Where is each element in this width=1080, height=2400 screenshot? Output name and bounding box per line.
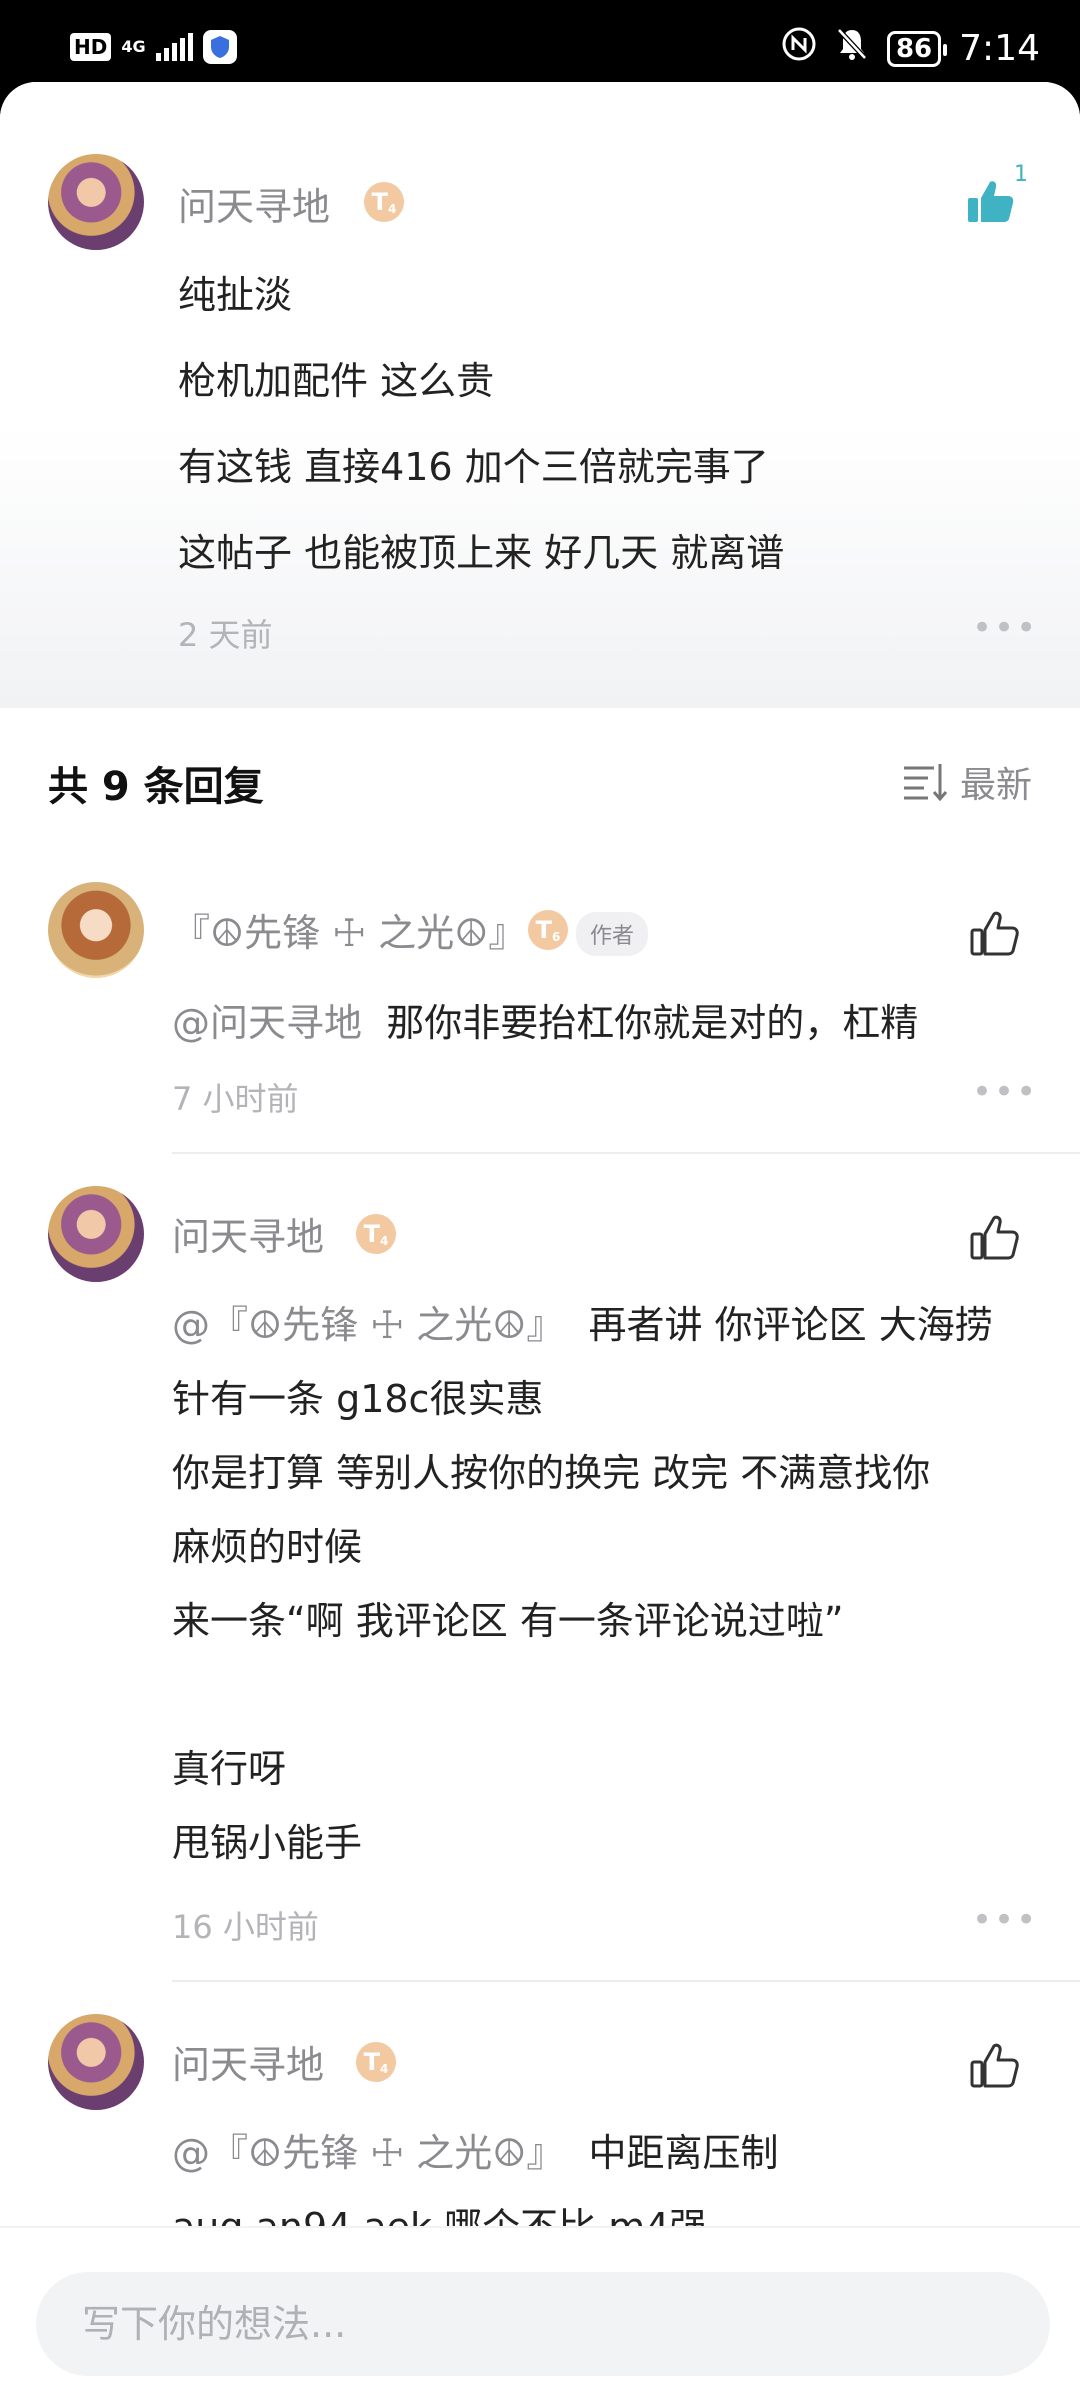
- level-badge: T4: [356, 2042, 396, 2082]
- avatar[interactable]: [48, 882, 144, 978]
- thumbs-up-icon[interactable]: [966, 906, 1022, 962]
- comment-time: 2 天前: [178, 616, 273, 654]
- comment-sheet: 问天寻地 T4 1 纯扯淡 枪机加配件 这么贵 有这钱 直接416 加个三倍就完…: [0, 82, 1080, 2400]
- reply-line: 来一条“啊 我评论区 有一条评论说过啦”: [172, 1599, 844, 1643]
- sort-icon[interactable]: [900, 756, 948, 804]
- nfc-icon: [781, 26, 817, 71]
- level-badge: T4: [364, 182, 404, 222]
- reply-line: 针有一条 g18c很实惠: [172, 1377, 544, 1421]
- divider: [172, 1980, 1080, 1982]
- comment-input[interactable]: [36, 2272, 1050, 2376]
- reply-line: 真行呀: [172, 1747, 287, 1791]
- mention-link[interactable]: @『☮先锋 ☩ 之光☮』: [172, 1303, 564, 1347]
- comment-line: 有这钱 直接416 加个三倍就完事了: [178, 445, 769, 489]
- reply-time: 16 小时前: [172, 1908, 319, 1946]
- more-options-icon[interactable]: •••: [972, 611, 1038, 645]
- more-options-icon[interactable]: •••: [972, 1903, 1038, 1937]
- reply-author[interactable]: 问天寻地: [172, 1206, 324, 1261]
- more-options-icon[interactable]: •••: [972, 1075, 1038, 1109]
- hd-indicator: HD: [70, 33, 112, 61]
- reply-line: @『☮先锋 ☩ 之光☮』 中距离压制: [172, 2131, 779, 2175]
- reply-author[interactable]: 问天寻地: [172, 2034, 324, 2089]
- avatar[interactable]: [48, 154, 144, 250]
- divider: [172, 1152, 1080, 1154]
- network-type: 4G: [121, 37, 146, 56]
- reply-author[interactable]: 『☮先锋 ☩ 之光☮』: [172, 902, 526, 957]
- avatar[interactable]: [48, 2014, 144, 2110]
- author-tag: 作者: [576, 912, 649, 956]
- main-comment: 问天寻地 T4 1 纯扯淡 枪机加配件 这么贵 有这钱 直接416 加个三倍就完…: [0, 82, 1080, 708]
- signal-icon: [155, 33, 193, 61]
- level-badge: T4: [356, 1214, 396, 1254]
- sort-newest-button[interactable]: 最新: [960, 756, 1032, 808]
- mute-bell-icon: [835, 26, 869, 71]
- reply-line: 你是打算 等别人按你的换完 改完 不满意找你: [172, 1451, 931, 1495]
- like-count: 1: [1014, 162, 1028, 187]
- clock: 7:14: [959, 28, 1040, 69]
- reply-line: @『☮先锋 ☩ 之光☮』 再者讲 你评论区 大海捞: [172, 1303, 993, 1347]
- level-badge: T6: [528, 910, 568, 950]
- comment-author[interactable]: 问天寻地: [178, 176, 330, 231]
- mention-link[interactable]: @『☮先锋 ☩ 之光☮』: [172, 2131, 564, 2175]
- reply-line: @问天寻地 那你非要抬杠你就是对的，杠精: [172, 1001, 919, 1045]
- reply-line: 甩锅小能手: [172, 1821, 363, 1865]
- comment-line: 枪机加配件 这么贵: [178, 359, 495, 403]
- replies-count-title: 共 9 条回复: [48, 764, 264, 810]
- reply-line: 麻烦的时候: [172, 1525, 363, 1569]
- comment-composer: [0, 2228, 1080, 2400]
- security-shield-icon: [202, 30, 237, 64]
- thumbs-up-icon[interactable]: [966, 1210, 1022, 1266]
- comment-line: 纯扯淡: [178, 273, 293, 317]
- battery-indicator: 86: [886, 30, 948, 67]
- reply-time: 7 小时前: [172, 1080, 299, 1118]
- thumbs-up-filled-icon[interactable]: [962, 174, 1018, 230]
- avatar[interactable]: [48, 1186, 144, 1282]
- thumbs-up-icon[interactable]: [966, 2038, 1022, 2094]
- mention-link[interactable]: @问天寻地: [172, 1001, 362, 1045]
- comment-line: 这帖子 也能被顶上来 好几天 就离谱: [178, 531, 785, 575]
